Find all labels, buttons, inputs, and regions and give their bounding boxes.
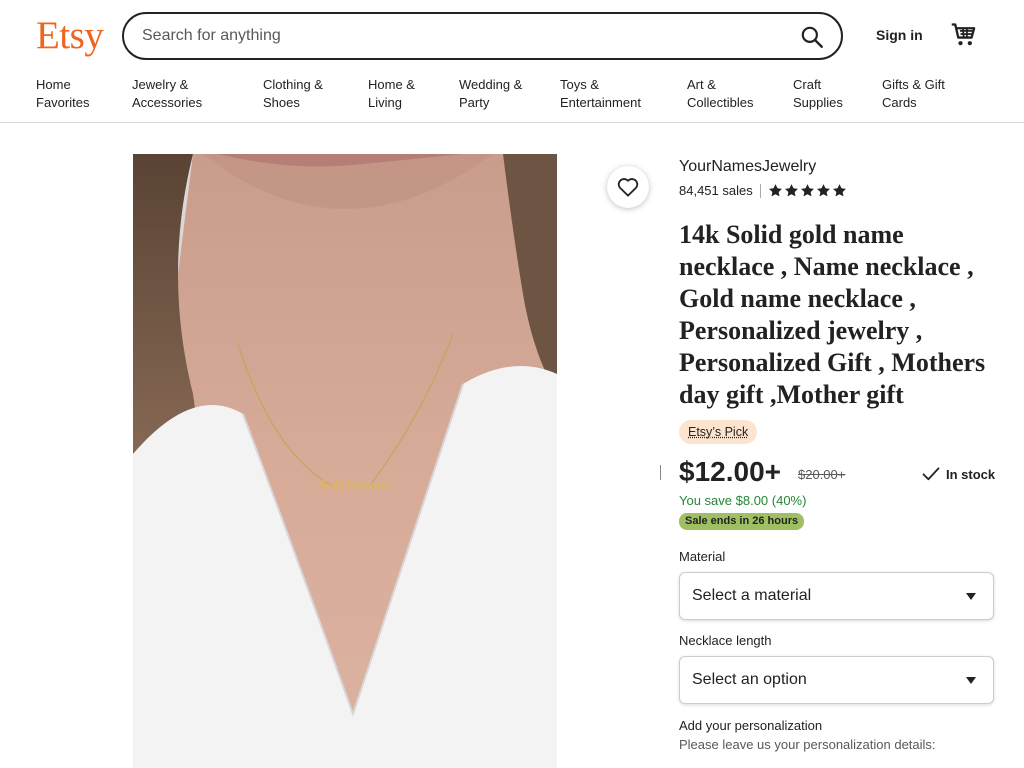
heart-icon [617, 178, 639, 197]
material-select[interactable]: Select a material [679, 572, 994, 620]
material-label: Material [679, 549, 726, 564]
necklace-length-select-value: Select an option [692, 671, 807, 688]
caret-down-icon [966, 677, 976, 684]
caret-down-icon [966, 593, 976, 600]
divider [759, 183, 761, 198]
divider [660, 465, 661, 480]
star-icon [784, 184, 798, 197]
category-clothing-shoes[interactable]: Clothing & Shoes [263, 76, 323, 112]
cart-button[interactable] [950, 21, 978, 49]
etsys-pick-badge[interactable]: Etsy’s Pick [679, 420, 758, 444]
sales-count: 84,451 sales [679, 183, 753, 198]
personalization-label: Add your personalization [679, 718, 823, 733]
favorite-button[interactable] [607, 166, 649, 208]
price: $12.00+ [679, 456, 781, 487]
shop-name-link[interactable]: YourNamesJewelry [679, 158, 816, 176]
original-price: $20.00+ [798, 467, 846, 482]
pendant-name: Adrianna [316, 478, 390, 494]
star-icon [816, 184, 830, 197]
category-art-collectibles[interactable]: Art & Collectibles [687, 76, 753, 112]
etsy-logo[interactable]: Etsy [36, 14, 104, 58]
necklace-length-label: Necklace length [679, 633, 772, 648]
star-icon [768, 184, 782, 197]
category-toys-entertainment[interactable]: Toys & Entertainment [560, 76, 641, 112]
category-jewelry-accessories[interactable]: Jewelry & Accessories [132, 76, 202, 112]
product-image[interactable]: Adrianna [133, 154, 557, 768]
shop-stats: 84,451 sales [679, 183, 847, 198]
personalization-hint: Please leave us your personalization det… [679, 737, 936, 752]
savings-text: You save $8.00 (40%) [679, 493, 807, 508]
search-button[interactable] [799, 24, 825, 50]
star-rating[interactable] [768, 183, 847, 198]
category-wedding-party[interactable]: Wedding & Party [459, 76, 522, 112]
star-icon [832, 184, 846, 197]
category-nav: Home Favorites Jewelry & Accessories Cloth… [0, 76, 1024, 123]
category-gifts-gift-cards[interactable]: Gifts & Gift Cards [882, 76, 945, 112]
sign-in-link[interactable]: Sign in [876, 27, 923, 43]
category-craft-supplies[interactable]: Craft Supplies [793, 76, 843, 112]
necklace-photo: Adrianna [133, 154, 557, 768]
search-input[interactable] [142, 14, 762, 58]
material-select-value: Select a material [692, 587, 812, 604]
search-bar [122, 12, 843, 60]
stock-status: In stock [922, 466, 995, 482]
product-title: 14k Solid gold name necklace , Name neck… [679, 220, 986, 409]
checkmark-icon [922, 467, 940, 481]
sale-ends-badge: Sale ends in 26 hours [679, 513, 805, 530]
star-icon [800, 184, 814, 197]
cart-icon [951, 23, 976, 46]
category-home-living[interactable]: Home & Living [368, 76, 415, 112]
category-home-favorites[interactable]: Home Favorites [36, 76, 89, 112]
necklace-length-select[interactable]: Select an option [679, 656, 994, 704]
search-icon [801, 26, 823, 48]
